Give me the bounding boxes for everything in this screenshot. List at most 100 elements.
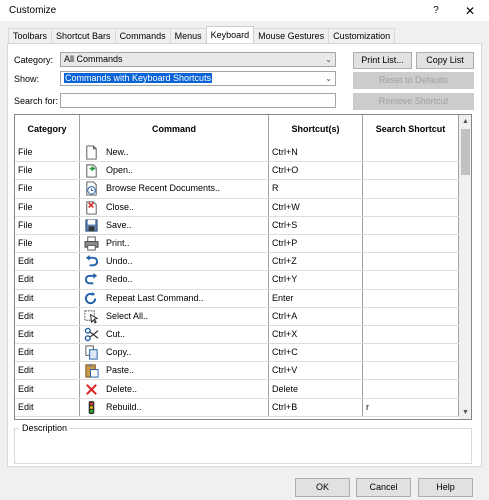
- table-row[interactable]: Edit Copy.. Ctrl+C: [15, 344, 459, 363]
- column-header-category[interactable]: Category: [15, 115, 80, 144]
- cell-search-shortcut[interactable]: [363, 198, 459, 216]
- remove-shortcut-button[interactable]: Remove Shortcut: [353, 93, 474, 110]
- ok-button[interactable]: OK: [295, 478, 350, 497]
- column-header-search-shortcut[interactable]: Search Shortcut: [363, 115, 459, 144]
- table-row[interactable]: Edit Redo.. Ctrl+Y: [15, 271, 459, 290]
- column-header-command[interactable]: Command: [80, 115, 269, 144]
- cell-shortcut[interactable]: R: [269, 180, 363, 198]
- print-list-button[interactable]: Print List...: [353, 52, 412, 69]
- new-document-icon: [84, 145, 99, 160]
- tab-customization[interactable]: Customization: [328, 28, 396, 43]
- cell-shortcut[interactable]: Ctrl+Y: [269, 271, 363, 289]
- table-row[interactable]: Edit Repeat Last Command.. Enter: [15, 289, 459, 308]
- cell-shortcut[interactable]: Ctrl+Z: [269, 253, 363, 271]
- cell-shortcut[interactable]: Ctrl+S: [269, 216, 363, 234]
- close-icon[interactable]: ✕: [460, 2, 480, 20]
- category-value: All Commands: [64, 54, 123, 64]
- window-title: Customize: [9, 5, 57, 16]
- cell-search-shortcut[interactable]: [363, 344, 459, 362]
- category-dropdown[interactable]: All Commands ⌄: [60, 52, 336, 67]
- cell-shortcut[interactable]: Ctrl+A: [269, 307, 363, 325]
- rebuild-traffic-light-icon: [84, 400, 99, 415]
- cell-search-shortcut[interactable]: [363, 216, 459, 234]
- command-label: Copy..: [106, 347, 132, 358]
- table-row[interactable]: Edit Undo.. Ctrl+Z: [15, 253, 459, 272]
- table-row[interactable]: Edit Select All.. Ctrl+A: [15, 307, 459, 326]
- cell-search-shortcut[interactable]: r: [363, 398, 459, 416]
- cell-search-shortcut[interactable]: [363, 144, 459, 162]
- show-value: Commands with Keyboard Shortcuts: [64, 73, 213, 83]
- cell-search-shortcut[interactable]: [363, 307, 459, 325]
- search-input[interactable]: [60, 93, 336, 108]
- command-label: Delete..: [106, 383, 138, 394]
- cell-shortcut[interactable]: Enter: [269, 289, 363, 307]
- category-label: Category:: [14, 55, 54, 65]
- table-row[interactable]: Edit Delete.. Delete: [15, 380, 459, 399]
- table-row[interactable]: File Close.. Ctrl+W: [15, 198, 459, 217]
- cell-shortcut[interactable]: Ctrl+B: [269, 398, 363, 416]
- cell-command: Select All..: [80, 307, 269, 325]
- command-label: Undo..: [106, 256, 133, 267]
- cell-shortcut[interactable]: Ctrl+P: [269, 234, 363, 253]
- redo-icon: [84, 272, 99, 287]
- vertical-scrollbar[interactable]: ▲ ▼: [459, 115, 471, 419]
- cell-shortcut[interactable]: Ctrl+V: [269, 362, 363, 380]
- table-row[interactable]: Edit Paste.. Ctrl+V: [15, 362, 459, 381]
- show-label: Show:: [14, 74, 40, 84]
- chevron-down-icon: ⌄: [325, 74, 332, 83]
- cell-search-shortcut[interactable]: [363, 289, 459, 307]
- cell-command: Save..: [80, 216, 269, 234]
- cell-search-shortcut[interactable]: [363, 380, 459, 398]
- cell-category: Edit: [15, 289, 80, 307]
- scroll-up-icon[interactable]: ▲: [459, 115, 471, 128]
- grid-rows: File New.. Ctrl+N File Open.. Ctrl+O File Brows…: [15, 144, 459, 417]
- cell-command: Cut..: [80, 325, 269, 344]
- command-label: Open..: [106, 165, 134, 176]
- command-label: Save..: [106, 219, 132, 230]
- scissors-icon: [84, 327, 99, 342]
- scroll-thumb[interactable]: [461, 129, 470, 175]
- cell-search-shortcut[interactable]: [363, 180, 459, 198]
- cell-search-shortcut[interactable]: [363, 362, 459, 380]
- cell-shortcut[interactable]: Ctrl+O: [269, 162, 363, 180]
- tab-toolbars[interactable]: Toolbars: [8, 28, 53, 43]
- column-header-shortcuts[interactable]: Shortcut(s): [269, 115, 363, 144]
- show-dropdown[interactable]: Commands with Keyboard Shortcuts ⌄: [60, 71, 336, 86]
- cell-search-shortcut[interactable]: [363, 162, 459, 180]
- scroll-down-icon[interactable]: ▼: [459, 406, 471, 419]
- cell-category: File: [15, 234, 80, 253]
- table-row[interactable]: File Open.. Ctrl+O: [15, 162, 459, 181]
- table-row[interactable]: File Browse Recent Documents.. R: [15, 180, 459, 199]
- cell-search-shortcut[interactable]: [363, 234, 459, 253]
- cell-search-shortcut[interactable]: [363, 271, 459, 289]
- reset-to-defaults-button[interactable]: Reset to Defaults: [353, 72, 474, 89]
- tab-shortcut-bars[interactable]: Shortcut Bars: [51, 28, 116, 43]
- description-group: Description: [14, 423, 472, 464]
- cancel-button[interactable]: Cancel: [356, 478, 411, 497]
- cell-shortcut[interactable]: Ctrl+C: [269, 344, 363, 362]
- tab-commands[interactable]: Commands: [114, 28, 171, 43]
- cell-shortcut[interactable]: Ctrl+X: [269, 325, 363, 344]
- tab-mouse-gestures[interactable]: Mouse Gestures: [253, 28, 330, 43]
- undo-icon: [84, 254, 99, 269]
- table-row[interactable]: File New.. Ctrl+N: [15, 144, 459, 163]
- cell-search-shortcut[interactable]: [363, 253, 459, 271]
- table-row[interactable]: Edit Rebuild.. Ctrl+B r: [15, 398, 459, 417]
- cell-shortcut[interactable]: Delete: [269, 380, 363, 398]
- cell-command: Close..: [80, 198, 269, 216]
- help-button[interactable]: Help: [418, 478, 473, 497]
- cell-search-shortcut[interactable]: [363, 325, 459, 344]
- printer-icon: [84, 236, 99, 251]
- table-row[interactable]: File Print.. Ctrl+P: [15, 234, 459, 254]
- table-row[interactable]: Edit Cut.. Ctrl+X: [15, 325, 459, 345]
- cell-shortcut[interactable]: Ctrl+W: [269, 198, 363, 216]
- table-row[interactable]: File Save.. Ctrl+S: [15, 216, 459, 235]
- tab-menus[interactable]: Menus: [169, 28, 207, 43]
- close-document-icon: [84, 200, 99, 215]
- delete-x-icon: [84, 382, 99, 397]
- help-icon[interactable]: ?: [428, 3, 444, 19]
- copy-list-button[interactable]: Copy List: [416, 52, 474, 69]
- cell-command: Print..: [80, 234, 269, 253]
- tab-keyboard[interactable]: Keyboard: [205, 26, 255, 43]
- cell-shortcut[interactable]: Ctrl+N: [269, 144, 363, 162]
